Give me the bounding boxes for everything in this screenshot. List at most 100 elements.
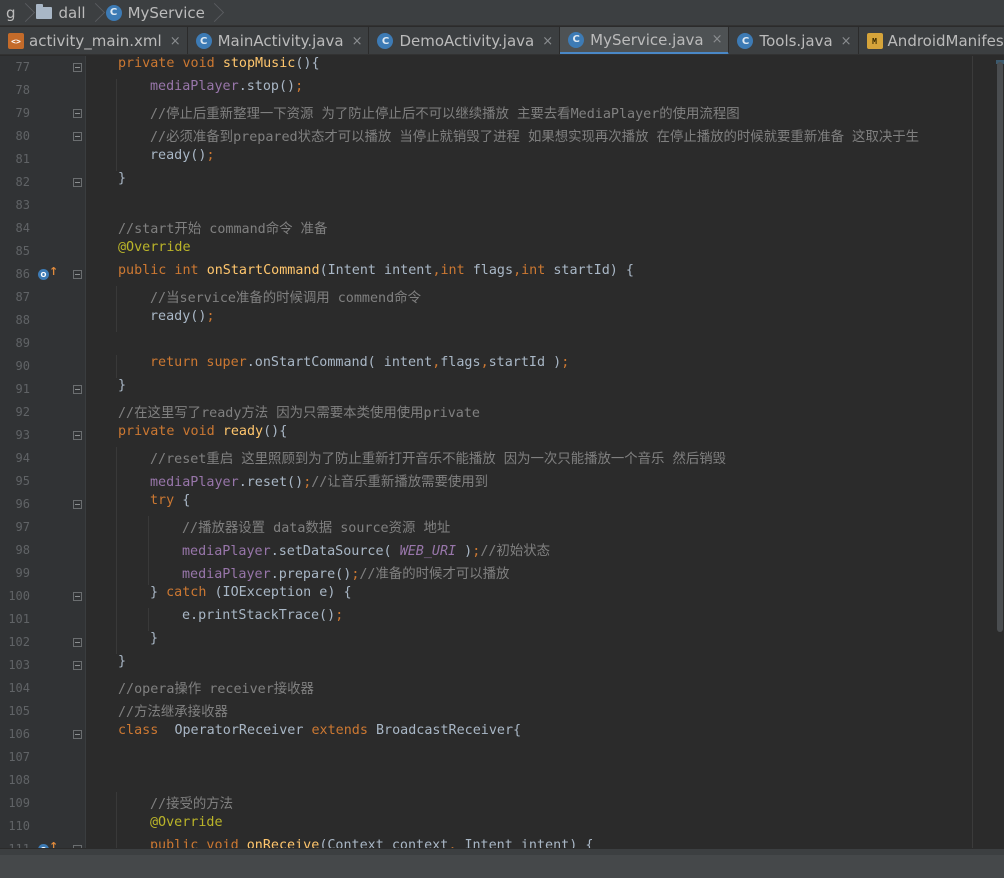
tab-tools-java[interactable]: C Tools.java × xyxy=(729,27,859,54)
tab-androidmanifest-xml[interactable]: M AndroidManifes xyxy=(859,27,1004,54)
code-line[interactable]: mediaPlayer.stop(); xyxy=(150,79,303,102)
fold-toggle-icon[interactable] xyxy=(73,592,82,601)
fold-toggle-icon[interactable] xyxy=(73,730,82,739)
fold-toggle-icon[interactable] xyxy=(73,270,82,279)
code-line[interactable]: } xyxy=(118,654,126,677)
fold-toggle-icon[interactable] xyxy=(73,63,82,72)
code-token: //必须准备到prepared状态才可以播放 当停止就销毁了进程 如果想实现再次… xyxy=(150,130,920,145)
code-line[interactable]: //reset重启 这里照顾到为了防止重新打开音乐不能播放 因为一次只能播放一个… xyxy=(150,447,726,470)
fold-toggle-icon[interactable] xyxy=(73,109,82,118)
code-line[interactable]: try { xyxy=(150,493,190,516)
scrollbar-thumb[interactable] xyxy=(997,62,1003,632)
code-line[interactable]: //接受的方法 xyxy=(150,792,233,815)
code-editor[interactable]: 77 78 79 80 81 82 83 84 85 86 O ↑ 87 88 89 90 91 92 93 94 95… xyxy=(0,56,1004,848)
fold-toggle-icon[interactable] xyxy=(73,431,82,440)
tab-label: MyService.java xyxy=(590,30,704,49)
indent-guide xyxy=(116,286,117,309)
code-token: private void xyxy=(118,56,223,71)
code-token: extends xyxy=(311,723,376,738)
code-token: (){ xyxy=(263,424,288,439)
code-line[interactable]: //start开始 command命令 准备 xyxy=(118,217,327,240)
up-arrow-icon: ↑ xyxy=(49,840,59,848)
code-line[interactable]: //方法继承接收器 xyxy=(118,700,228,723)
code-line[interactable]: //播放器设置 data数据 source资源 地址 xyxy=(182,516,450,539)
code-area[interactable]: private void stopMusic(){mediaPlayer.sto… xyxy=(86,56,1004,848)
code-line[interactable]: public int onStartCommand(Intent intent,… xyxy=(118,263,634,286)
close-icon[interactable]: × xyxy=(712,32,723,47)
tab-label: MainActivity.java xyxy=(217,32,344,50)
code-line[interactable]: @Override xyxy=(150,815,223,838)
code-token: //reset重启 这里照顾到为了防止重新打开音乐不能播放 因为一次只能播放一个… xyxy=(150,452,727,467)
code-line[interactable]: } xyxy=(118,171,126,194)
code-token: } xyxy=(150,585,167,600)
code-token: //opera操作 receiver接收器 xyxy=(118,682,314,697)
code-token: ; xyxy=(561,355,570,370)
vertical-scrollbar[interactable] xyxy=(996,56,1004,848)
breadcrumb-label: g xyxy=(6,3,16,22)
left-edge-strip xyxy=(0,56,5,848)
code-line[interactable]: //当service准备的时候调用 commend命令 xyxy=(150,286,421,309)
code-line[interactable]: //必须准备到prepared状态才可以播放 当停止就销毁了进程 如果想实现再次… xyxy=(150,125,919,148)
fold-toggle-icon[interactable] xyxy=(73,178,82,187)
tab-mainactivity-java[interactable]: C MainActivity.java × xyxy=(188,27,370,54)
tab-myservice-java[interactable]: C MyService.java × xyxy=(560,27,730,54)
code-line[interactable]: mediaPlayer.prepare();//准备的时候才可以播放 xyxy=(182,562,509,585)
line-number-gutter[interactable]: 77 78 79 80 81 82 83 84 85 86 O ↑ 87 88 89 90 91 92 93 94 95… xyxy=(0,56,86,848)
indent-guide xyxy=(116,309,117,332)
code-token: return super xyxy=(150,355,247,370)
tab-demoactivity-java[interactable]: C DemoActivity.java × xyxy=(369,27,561,54)
code-token: (IOException e) { xyxy=(214,585,352,600)
code-token: , xyxy=(513,263,522,278)
indent-guide xyxy=(116,838,117,848)
override-marker-icon[interactable]: O↑ xyxy=(38,265,58,281)
class-icon: C xyxy=(105,4,122,21)
breadcrumb-label: dall xyxy=(58,3,86,22)
code-line[interactable]: ready(); xyxy=(150,309,215,332)
indent-guide xyxy=(116,631,117,654)
code-line[interactable]: class OperatorReceiver extends Broadcast… xyxy=(118,723,521,746)
close-icon[interactable]: × xyxy=(542,34,553,49)
code-line[interactable]: @Override xyxy=(118,240,191,263)
code-line[interactable]: } catch (IOException e) { xyxy=(150,585,352,608)
tab-label: Tools.java xyxy=(759,32,833,50)
code-line[interactable]: private void ready(){ xyxy=(118,424,287,447)
code-token: flags xyxy=(472,263,514,278)
code-line[interactable]: return super.onStartCommand( intent,flag… xyxy=(150,355,569,378)
bottom-tool-strip-inner xyxy=(0,855,1004,878)
code-line[interactable]: ready(); xyxy=(150,148,215,171)
tab-activity-main-xml[interactable]: <> activity_main.xml × xyxy=(0,27,188,54)
code-line[interactable]: private void stopMusic(){ xyxy=(118,56,320,79)
code-token: { xyxy=(182,493,191,508)
breadcrumb-item-myservice[interactable]: C MyService xyxy=(100,0,209,26)
code-token: (Context context xyxy=(319,838,449,848)
code-line[interactable]: } xyxy=(150,631,158,654)
code-line[interactable]: mediaPlayer.setDataSource( WEB_URI );//初… xyxy=(182,539,550,562)
code-token: .reset() xyxy=(238,475,304,490)
fold-toggle-icon[interactable] xyxy=(73,638,82,647)
fold-toggle-icon[interactable] xyxy=(73,385,82,394)
code-line[interactable]: //opera操作 receiver接收器 xyxy=(118,677,314,700)
folder-icon xyxy=(35,3,52,19)
code-line[interactable]: mediaPlayer.reset();//让音乐重新播放需要使用到 xyxy=(150,470,488,493)
code-token: //start开始 command命令 准备 xyxy=(118,222,328,237)
breadcrumb-item-dall[interactable]: dall xyxy=(30,0,90,26)
fold-toggle-icon[interactable] xyxy=(73,661,82,670)
code-line[interactable]: //停止后重新整理一下资源 为了防止停止后不可以继续播放 主要去看MediaPl… xyxy=(150,102,740,125)
close-icon[interactable]: × xyxy=(170,34,181,49)
code-token: private void xyxy=(118,424,223,439)
fold-toggle-icon[interactable] xyxy=(73,500,82,509)
code-line[interactable]: e.printStackTrace(); xyxy=(182,608,343,631)
code-line[interactable]: public void onReceive(Context context, I… xyxy=(150,838,593,848)
close-icon[interactable]: × xyxy=(352,34,363,49)
code-token: int xyxy=(521,263,554,278)
fold-toggle-icon[interactable] xyxy=(73,132,82,141)
indent-guide xyxy=(116,470,117,493)
class-icon: C xyxy=(195,33,212,49)
close-icon[interactable]: × xyxy=(841,34,852,49)
code-token: (){ xyxy=(295,56,320,71)
code-line[interactable]: } xyxy=(118,378,126,401)
code-token: //停止后重新整理一下资源 为了防止停止后不可以继续播放 主要去看MediaPl… xyxy=(150,107,740,122)
code-line[interactable]: //在这里写了ready方法 因为只需要本类使用使用private xyxy=(118,401,480,424)
tab-label: activity_main.xml xyxy=(29,32,162,50)
code-token: ) xyxy=(456,544,473,559)
